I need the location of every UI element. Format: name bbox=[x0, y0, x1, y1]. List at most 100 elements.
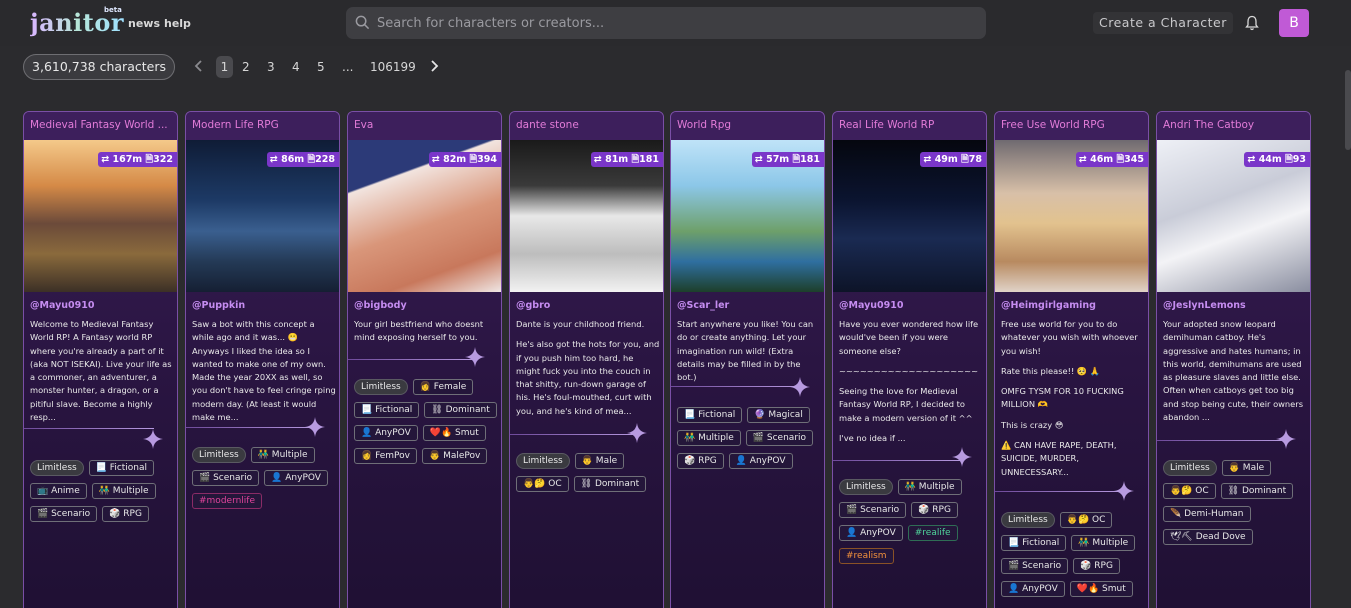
tag[interactable]: 👬 Multiple bbox=[1071, 535, 1136, 551]
nav-news-link[interactable]: news bbox=[128, 17, 160, 30]
bell-icon[interactable] bbox=[1245, 15, 1259, 31]
creator-link[interactable]: @Heimgirlgaming bbox=[1001, 300, 1096, 311]
card-title[interactable]: World Rpg bbox=[671, 112, 824, 140]
tag[interactable]: 📃 Fictional bbox=[88, 460, 155, 476]
tag[interactable]: 👩 Female bbox=[412, 379, 474, 395]
card-title[interactable]: Eva bbox=[348, 112, 501, 140]
character-card[interactable]: World Rpg ⇄ 57m 🗎181 @Scar_ler Start anywhe… bbox=[670, 111, 825, 608]
tag[interactable]: 👨 Male bbox=[1221, 460, 1272, 476]
creator-link[interactable]: @Scar_ler bbox=[677, 300, 729, 311]
character-card[interactable]: Medieval Fantasy World ... ⇄ 167m 🗎322 @Ma… bbox=[23, 111, 178, 608]
tag[interactable]: 👤 AnyPOV bbox=[839, 525, 903, 541]
page-2[interactable]: 2 bbox=[242, 56, 250, 78]
character-card[interactable]: Modern Life RPG ⇄ 86m 🗎228 @Puppkin Saw a b… bbox=[185, 111, 340, 608]
tag[interactable]: 🎬 Scenario bbox=[745, 430, 814, 446]
tag[interactable]: 👤 AnyPOV bbox=[728, 453, 793, 469]
character-card[interactable]: Eva ⇄ 82m 🗎394 @bigbody Your girl bestfrien… bbox=[347, 111, 502, 608]
tag[interactable]: 🎲 RPG bbox=[102, 506, 149, 522]
creator-link[interactable]: @Mayu0910 bbox=[839, 300, 903, 311]
creator-link[interactable]: @gbro bbox=[516, 300, 550, 311]
tag[interactable]: #realism bbox=[839, 548, 894, 564]
sparkle-icon bbox=[465, 347, 485, 367]
page-4[interactable]: 4 bbox=[292, 56, 300, 78]
tag[interactable]: 👬 Multiple bbox=[91, 483, 156, 499]
card-title[interactable]: Medieval Fantasy World ... bbox=[24, 112, 177, 140]
tag[interactable]: 👨🤔 OC bbox=[1059, 512, 1113, 528]
message-icon: 🗎 bbox=[957, 154, 969, 165]
tag[interactable]: 👬 Multiple bbox=[677, 430, 741, 446]
message-icon: 🗎 bbox=[1281, 154, 1293, 165]
page-5[interactable]: 5 bbox=[317, 56, 325, 78]
tag[interactable]: 🕊⛏ Dead Dove bbox=[1163, 529, 1253, 545]
tag[interactable]: 👨🤔 OC bbox=[516, 476, 569, 492]
tag[interactable]: 🎲 RPG bbox=[911, 502, 958, 518]
card-title[interactable]: Andri The Catboy bbox=[1157, 112, 1310, 140]
tag[interactable]: Limitless bbox=[839, 479, 893, 495]
card-title[interactable]: Modern Life RPG bbox=[186, 112, 339, 140]
page-last[interactable]: 106199 bbox=[370, 56, 416, 78]
description-paragraph: I've no idea if ... bbox=[839, 433, 906, 444]
card-title[interactable]: dante stone bbox=[510, 112, 663, 140]
avatar[interactable]: B bbox=[1279, 9, 1309, 37]
tag[interactable]: 👬 Multiple bbox=[897, 479, 962, 495]
search-input[interactable] bbox=[377, 7, 967, 39]
card-title[interactable]: Real Life World RP bbox=[833, 112, 986, 140]
card-title[interactable]: Free Use World RPG bbox=[995, 112, 1148, 140]
creator-link[interactable]: @bigbody bbox=[354, 300, 407, 311]
tag[interactable]: 🎬 Scenario bbox=[839, 502, 907, 518]
description-paragraph: Rate this please!! 🥺 🙏 bbox=[1001, 365, 1101, 376]
tag[interactable]: ❤️🔥 Smut bbox=[422, 425, 486, 441]
tag[interactable]: 🎬 Scenario bbox=[192, 470, 260, 486]
character-card[interactable]: Real Life World RP ⇄ 49m 🗎78 @Mayu0910 Have… bbox=[832, 111, 987, 608]
tag[interactable]: Limitless bbox=[192, 447, 246, 463]
tag[interactable]: Limitless bbox=[1001, 512, 1055, 528]
tag[interactable]: 🎬 Scenario bbox=[1001, 558, 1069, 574]
tag[interactable]: 🪶 Demi-Human bbox=[1163, 506, 1251, 522]
tag[interactable]: ⛓ Dominant bbox=[424, 402, 497, 418]
tag[interactable]: #realife bbox=[907, 525, 958, 541]
tag[interactable]: 👤 AnyPOV bbox=[354, 425, 418, 441]
character-card[interactable]: Free Use World RPG ⇄ 46m 🗎345 @Heimgirlgam… bbox=[994, 111, 1149, 608]
chevron-right-icon[interactable] bbox=[429, 60, 439, 72]
tag[interactable]: 👤 AnyPOV bbox=[1001, 581, 1065, 597]
character-card[interactable]: dante stone ⇄ 81m 🗎181 @gbro Dante is your … bbox=[509, 111, 664, 608]
creator-link[interactable]: @JeslynLemons bbox=[1163, 300, 1246, 311]
nav-help-link[interactable]: help bbox=[164, 17, 191, 30]
tag[interactable]: 👨 MalePov bbox=[422, 448, 488, 464]
tag[interactable]: 🎲 RPG bbox=[677, 453, 724, 469]
tag[interactable]: Limitless bbox=[516, 453, 570, 469]
tag[interactable]: #modernlife bbox=[192, 493, 263, 509]
tag[interactable]: 🎬 Scenario bbox=[30, 506, 98, 522]
tag[interactable]: 📺 Anime bbox=[30, 483, 87, 499]
tag[interactable]: 📃 Fictional bbox=[677, 407, 743, 423]
character-card[interactable]: Andri The Catboy ⇄ 44m 🗎93 @JeslynLemons Yo… bbox=[1156, 111, 1311, 608]
tag[interactable]: 🔮 Magical bbox=[747, 407, 810, 423]
chat-icon: ⇄ bbox=[269, 154, 282, 165]
tag[interactable]: ❤️🔥 Smut bbox=[1069, 581, 1133, 597]
creator-link[interactable]: @Puppkin bbox=[192, 300, 245, 311]
page-3[interactable]: 3 bbox=[267, 56, 275, 78]
tag[interactable]: 👩 FemPov bbox=[354, 448, 417, 464]
description-paragraph: Free use world for you to do whatever yo… bbox=[1001, 319, 1138, 356]
tag[interactable]: 📃 Fictional bbox=[354, 402, 420, 418]
tag[interactable]: 👨🤔 OC bbox=[1163, 483, 1216, 499]
tag[interactable]: 📃 Fictional bbox=[1001, 535, 1067, 551]
tag[interactable]: ⛓ Dominant bbox=[573, 476, 647, 492]
scrollbar[interactable] bbox=[1345, 70, 1351, 150]
tag[interactable]: Limitless bbox=[30, 460, 84, 476]
tag[interactable]: 👨 Male bbox=[574, 453, 625, 469]
tag[interactable]: 👤 AnyPOV bbox=[264, 470, 328, 486]
tag[interactable]: 👬 Multiple bbox=[250, 447, 315, 463]
tag[interactable]: 🎲 RPG bbox=[1073, 558, 1120, 574]
tag-list: Limitless 👩 Female 📃 Fictional ⛓ Dominant 👤 … bbox=[354, 379, 499, 464]
creator-link[interactable]: @Mayu0910 bbox=[30, 300, 94, 311]
page-1[interactable]: 1 bbox=[216, 56, 233, 78]
tag-list: Limitless 📃 Fictional 📺 Anime 👬 Multiple 🎬 S… bbox=[30, 460, 175, 522]
create-character-button[interactable]: Create a Character bbox=[1093, 12, 1233, 34]
tag[interactable]: ⛓ Dominant bbox=[1220, 483, 1294, 499]
stats-badge: ⇄ 86m 🗎228 bbox=[266, 152, 339, 167]
chevron-left-icon[interactable] bbox=[194, 60, 204, 72]
message-icon: 🗎 bbox=[1113, 154, 1125, 165]
tag[interactable]: Limitless bbox=[354, 379, 408, 395]
tag[interactable]: Limitless bbox=[1163, 460, 1217, 476]
